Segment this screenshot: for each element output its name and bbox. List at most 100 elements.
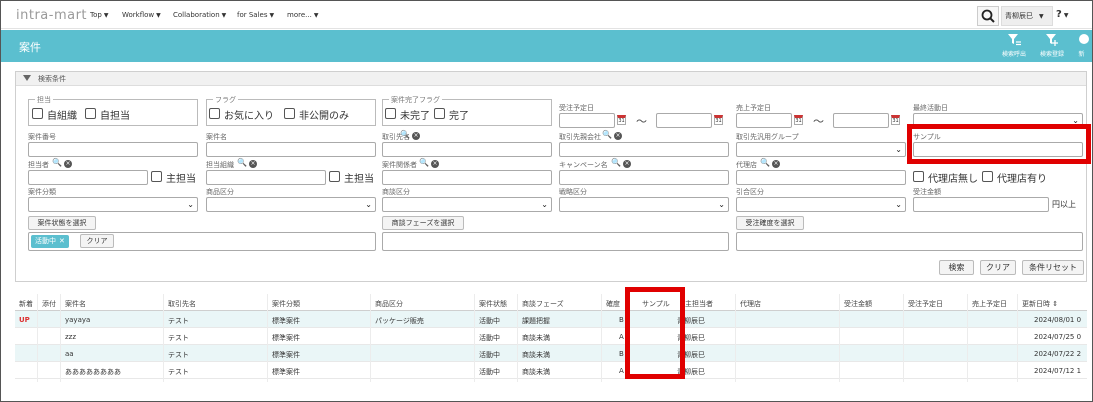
calendar-icon[interactable]: 31 — [794, 115, 803, 125]
save-search-button[interactable]: 検索登録 — [1032, 32, 1072, 60]
global-search-button[interactable] — [977, 6, 999, 26]
table-header: 新着 添付 案件名 取引先名 案件分類 商品区分 案件状態 商談フェーズ 確度 … — [15, 294, 1087, 311]
tantousha-input[interactable] — [28, 170, 148, 185]
clear-x-icon[interactable]: × — [623, 160, 631, 168]
status-select-button[interactable]: 案件状態を選択 — [28, 216, 96, 230]
phase-tag-area — [382, 232, 729, 251]
column-divider — [60, 294, 61, 382]
chevron-down-icon: ⌄ — [895, 200, 902, 209]
menu-workflow[interactable]: Workflow ▼ — [122, 11, 161, 19]
lookup-search-icon[interactable]: 🔍 — [611, 158, 621, 167]
filter-list-icon — [994, 32, 1034, 51]
chevron-down-icon: ⌄ — [895, 145, 902, 154]
jitantou-checkbox[interactable] — [85, 108, 96, 119]
chevron-down-icon: ⌄ — [718, 200, 725, 209]
table-row[interactable]: aa テスト 標準案件 活動中 商談未満 B 青柳辰巳 2024/07/22 2 — [15, 345, 1087, 362]
mikanryo-checkbox[interactable] — [385, 108, 396, 119]
tantou-soshiki-input[interactable] — [206, 170, 326, 185]
kanryo-checkbox[interactable] — [434, 108, 445, 119]
dairiten-ari-checkbox[interactable] — [982, 171, 993, 182]
new-icon — [1069, 32, 1092, 51]
column-divider — [839, 294, 840, 382]
shutantou-org-checkbox[interactable] — [329, 171, 340, 182]
load-search-button[interactable]: 検索呼出 — [994, 32, 1034, 60]
calendar-icon[interactable]: 31 — [714, 115, 723, 125]
shohin-select[interactable]: ⌄ — [206, 197, 376, 212]
bunrui-select[interactable]: ⌄ — [28, 197, 198, 212]
kakudo-tag-area — [736, 232, 1083, 251]
new-button[interactable]: 新 — [1069, 32, 1092, 60]
column-divider — [517, 294, 518, 382]
search-panel-header[interactable]: 検索条件 — [16, 72, 1086, 86]
reset-button[interactable]: 条件リセット — [1022, 260, 1084, 275]
page-header: 案件 検索呼出 検索登録 新 — [1, 30, 1092, 62]
private-only-checkbox[interactable] — [284, 108, 295, 119]
column-divider — [267, 294, 268, 382]
table-row[interactable]: UP yayaya テスト 標準案件 パッケージ販売 活動中 課題把握 B 青柳… — [15, 311, 1087, 328]
uriage-yotei-to-input[interactable] — [833, 113, 889, 128]
clear-x-icon[interactable]: × — [249, 160, 257, 168]
campaign-input[interactable] — [559, 170, 729, 185]
anken-mei-input[interactable] — [206, 142, 376, 157]
remove-tag-icon[interactable]: ✕ — [59, 237, 65, 245]
user-name[interactable]: 青柳辰巳 ▼ — [1005, 11, 1044, 21]
sort-icon[interactable]: ⇕ — [1052, 300, 1058, 308]
uriage-yotei-from-input[interactable] — [736, 113, 792, 128]
column-divider — [735, 294, 736, 382]
top-navigation-bar: intra-mart Top ▼ Workflow ▼ Collaboration ▼… — [1, 1, 1092, 29]
lookup-search-icon[interactable]: 🔍 — [602, 130, 612, 139]
lookup-search-icon[interactable]: 🔍 — [237, 158, 247, 167]
menu-for-sales[interactable]: for Sales ▼ — [237, 11, 274, 19]
kankei-input[interactable] — [382, 170, 552, 185]
juchu-yotei-to-input[interactable] — [656, 113, 712, 128]
torihikisaki-input[interactable] — [382, 142, 552, 157]
help-menu[interactable]: ? ▼ — [1056, 9, 1068, 20]
table-row[interactable]: ああああああああ テスト 標準案件 活動中 商談未満 A 青柳辰巳 2024/0… — [15, 362, 1087, 379]
menu-collaboration[interactable]: Collaboration ▼ — [173, 11, 226, 19]
clear-x-icon[interactable]: × — [614, 132, 622, 140]
column-divider — [474, 294, 475, 382]
filter-add-icon — [1032, 32, 1072, 51]
clear-x-icon[interactable]: × — [772, 160, 780, 168]
senryaku-select[interactable]: ⌄ — [559, 197, 729, 212]
app-window: intra-mart Top ▼ Workflow ▼ Collaboration ▼… — [0, 0, 1093, 402]
clear-x-icon[interactable]: × — [412, 132, 420, 140]
sample-field-highlight — [907, 124, 1091, 164]
chevron-down-icon: ⌄ — [365, 200, 372, 209]
anken-bango-input[interactable] — [28, 142, 198, 157]
clear-x-icon[interactable]: × — [64, 160, 72, 168]
juchu-yotei-from-input[interactable] — [559, 113, 615, 128]
column-divider — [903, 294, 904, 382]
lookup-search-icon[interactable]: 🔍 — [760, 158, 770, 167]
search-button[interactable]: 検索 — [939, 260, 974, 275]
phase-select-button[interactable]: 商談フェーズを選択 — [382, 216, 464, 230]
calendar-icon[interactable]: 31 — [891, 115, 900, 125]
favorite-checkbox[interactable] — [209, 108, 220, 119]
kakudo-select-button[interactable]: 受注確度を選択 — [736, 216, 804, 230]
calendar-icon[interactable]: 31 — [617, 115, 626, 125]
app-logo: intra-mart — [16, 8, 88, 23]
results-table: 新着 添付 案件名 取引先名 案件分類 商品区分 案件状態 商談フェーズ 確度 … — [15, 294, 1087, 382]
hikiai-select[interactable]: ⌄ — [736, 197, 906, 212]
lookup-search-icon[interactable]: 🔍 — [419, 158, 429, 167]
chevron-down-icon: ⌄ — [541, 200, 548, 209]
lookup-search-icon[interactable]: 🔍 — [52, 158, 62, 167]
clear-button[interactable]: クリア — [980, 260, 1016, 275]
menu-more[interactable]: more... ▼ — [287, 11, 318, 19]
status-tag[interactable]: 活動中 ✕ — [31, 235, 69, 248]
shutantou-checkbox[interactable] — [151, 171, 162, 182]
lookup-search-icon[interactable]: 🔍 — [400, 130, 410, 139]
torihiki-kaisha-input[interactable] — [559, 142, 729, 157]
torihiki-group-select[interactable]: ⌄ — [736, 142, 906, 157]
shodan-kubun-select[interactable]: ⌄ — [382, 197, 552, 212]
clear-x-icon[interactable]: × — [431, 160, 439, 168]
sortable-header-updated[interactable]: 更新日時 ⇕ — [1022, 299, 1058, 309]
menu-top[interactable]: Top ▼ — [90, 11, 108, 19]
jisoshiki-checkbox[interactable] — [32, 108, 43, 119]
table-row[interactable]: zzz テスト 標準案件 活動中 商談未満 A 青柳辰巳 2024/07/25 … — [15, 328, 1087, 345]
collapse-arrow-icon[interactable] — [23, 75, 31, 81]
kingaku-input[interactable] — [913, 197, 1049, 212]
dairiten-nashi-checkbox[interactable] — [913, 171, 924, 182]
dairiten-input[interactable] — [736, 170, 906, 185]
status-clear-button[interactable]: クリア — [80, 234, 114, 248]
